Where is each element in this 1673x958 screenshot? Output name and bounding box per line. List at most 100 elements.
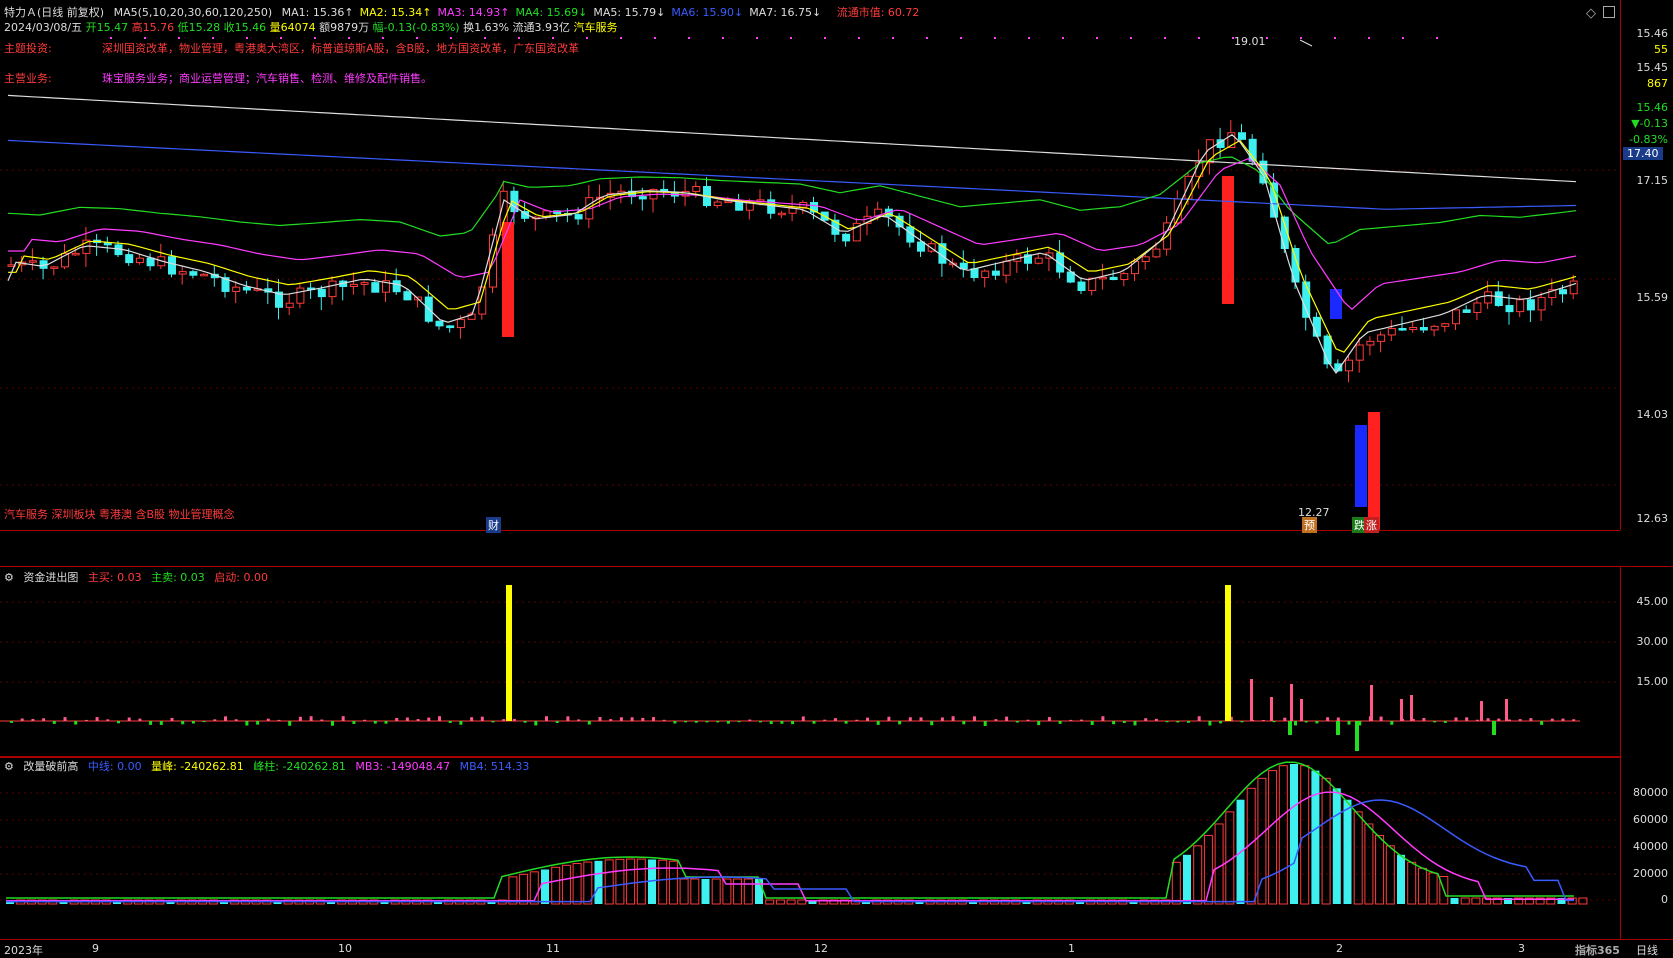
flow-bar	[502, 719, 506, 721]
flow-up-bar-1	[1250, 679, 1253, 721]
volume-bar	[1268, 770, 1278, 905]
flow-bar	[213, 719, 217, 721]
diamond-icon[interactable]: ◇	[1586, 6, 1596, 21]
candle-body	[456, 318, 465, 329]
volume-bar	[701, 879, 710, 904]
volume-bar	[615, 858, 625, 905]
sub2-tick-3: 40000	[1633, 840, 1668, 853]
signal-dot	[416, 37, 418, 39]
quote-change: 幅-0.13(-0.83%)	[372, 21, 460, 34]
flow-bar	[523, 721, 527, 723]
candle-body	[1077, 281, 1086, 291]
flow-bar	[566, 716, 570, 721]
ma250-line	[7, 94, 1577, 183]
flow-bar	[1058, 721, 1062, 724]
quote-line: 2024/03/08/五 开15.47 高15.76 低15.28 收15.46…	[4, 19, 624, 35]
limit-candle-3	[1368, 412, 1380, 530]
candle-body	[1355, 344, 1364, 361]
flow-bar	[1336, 717, 1340, 721]
fund-flow-title[interactable]: 资金进出图	[23, 571, 78, 584]
flow-bar	[1486, 718, 1490, 721]
ma30-line	[8, 158, 1577, 311]
gear-icon[interactable]: ⚙	[4, 571, 14, 584]
flow-bar	[994, 719, 998, 721]
flow-spike-2	[1225, 585, 1231, 721]
signal-dot	[892, 37, 894, 39]
flow-bar	[801, 716, 805, 721]
candle-body	[1569, 280, 1578, 295]
flow-bar	[641, 717, 645, 721]
flow-bar	[395, 718, 399, 721]
flow-bar	[1026, 719, 1030, 721]
signal-dot	[620, 37, 622, 39]
gear-icon[interactable]: ⚙	[4, 760, 14, 773]
flow-bar	[448, 721, 452, 724]
axis-bid-price: 15.46	[1636, 27, 1669, 40]
signal-dot	[994, 37, 996, 39]
high-price-label: 19.01	[1234, 35, 1266, 48]
volume-bar	[755, 879, 763, 904]
fund-flow-panel-body[interactable]: ⚙ 资金进出图 主买: 0.03 主卖: 0.03 启动: 0.00	[0, 566, 1620, 758]
flow-bar	[1304, 721, 1308, 723]
x-label-nov: 11	[546, 942, 560, 955]
candle-body	[1441, 323, 1450, 327]
volume-bar	[1171, 861, 1181, 905]
signal-dot	[246, 37, 248, 39]
event-tag-rise[interactable]: 涨	[1364, 517, 1379, 533]
flow-bar	[117, 721, 120, 724]
ma-value-2: MA2: 15.34↑	[359, 6, 432, 19]
candle-body	[1120, 273, 1129, 281]
volume-bar	[604, 859, 614, 905]
volume-bar	[561, 864, 571, 905]
candle-body	[392, 280, 401, 293]
flow-bar	[545, 716, 548, 721]
market-cap: 流通市值: 60.72	[836, 6, 920, 19]
flow-down-bar-4	[1492, 721, 1496, 735]
flow-bar	[983, 721, 987, 726]
volume-bar	[733, 878, 743, 905]
candle-body	[574, 214, 583, 220]
event-tag-finance[interactable]: 财	[486, 517, 501, 533]
flow-bar	[555, 721, 559, 723]
window-icon[interactable]	[1603, 6, 1615, 18]
flow-bar	[930, 721, 934, 726]
event-tag-forecast[interactable]: 预	[1302, 517, 1317, 533]
volume-bar	[797, 899, 807, 905]
period-label[interactable]: 日线	[1636, 942, 1658, 958]
volume-break-title[interactable]: 改量破前高	[23, 760, 78, 773]
flow-bar	[1069, 719, 1073, 721]
flow-bar	[1219, 721, 1223, 724]
signal-dot	[960, 37, 962, 39]
volume-break-mb3: MB3: -149048.47	[355, 760, 451, 773]
candle-body	[842, 233, 851, 242]
flow-bar	[1443, 721, 1447, 723]
fund-flow-buy: 主买: 0.03	[87, 571, 142, 584]
axis-change: ▼-0.13	[1631, 117, 1668, 130]
volume-bar	[1278, 765, 1288, 905]
volume-bar	[1460, 897, 1470, 905]
flow-bar	[812, 721, 816, 724]
quote-date: 2024/03/08/五	[4, 21, 83, 34]
fund-flow-sell: 主卖: 0.03	[151, 571, 205, 584]
x-label-jan: 1	[1068, 942, 1075, 955]
main-chart-panel[interactable]: 特力Ａ(日线 前复权) MA5(5,10,20,30,60,120,250) M…	[0, 0, 1620, 533]
volume-bar	[1397, 854, 1405, 904]
candle-body	[135, 257, 144, 264]
signal-dot	[790, 37, 792, 39]
flow-bar	[181, 721, 185, 725]
flow-bar	[1347, 721, 1351, 725]
flow-bar	[1176, 721, 1180, 723]
business-line: 主营业务: 珠宝服务业务；商业运营管理；汽车销售、检测、维修及配件销售。	[4, 70, 438, 86]
flow-bar	[234, 719, 238, 721]
ma10-line	[8, 139, 1577, 353]
signal-dot	[280, 37, 282, 39]
volume-bar	[1290, 764, 1298, 904]
candle-body	[28, 260, 37, 263]
candle-body	[189, 271, 198, 276]
stock-title[interactable]: 特力Ａ(日线 前复权)	[4, 6, 104, 19]
volume-break-panel[interactable]: ⚙ 改量破前高 中线: 0.00 量峰: -240262.81 峰柱: -240…	[0, 756, 1620, 940]
volume-bar	[1183, 854, 1191, 904]
fund-flow-header: ⚙ 资金进出图 主买: 0.03 主卖: 0.03 启动: 0.00	[4, 569, 274, 585]
flow-bar	[1529, 718, 1533, 721]
theme-label: 主题投资:	[4, 42, 52, 55]
